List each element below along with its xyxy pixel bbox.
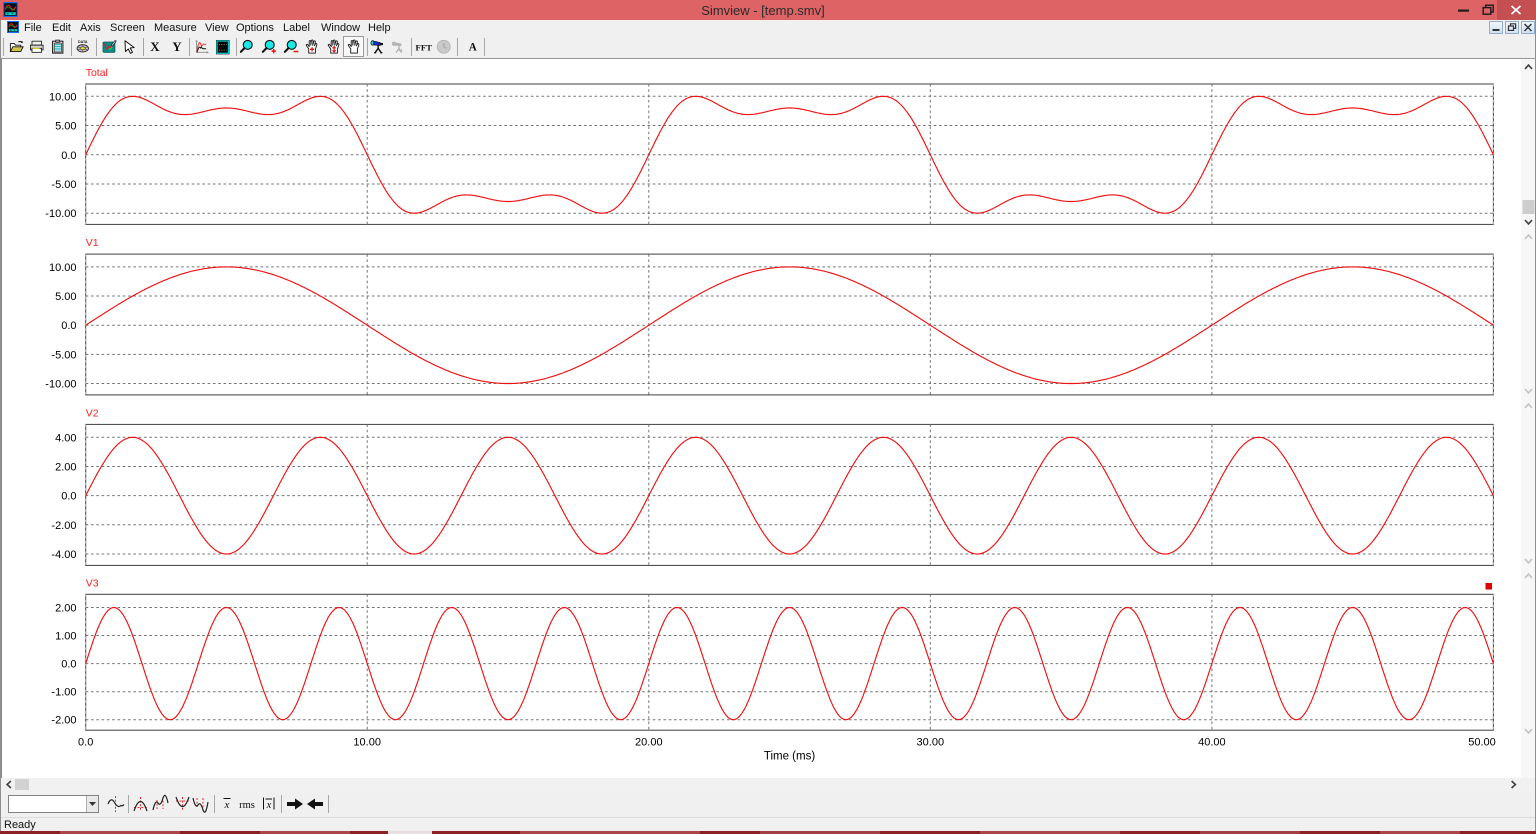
svg-text:x: x xyxy=(265,800,271,811)
svg-text:rms: rms xyxy=(239,800,255,811)
svg-text:x: x xyxy=(224,799,230,811)
